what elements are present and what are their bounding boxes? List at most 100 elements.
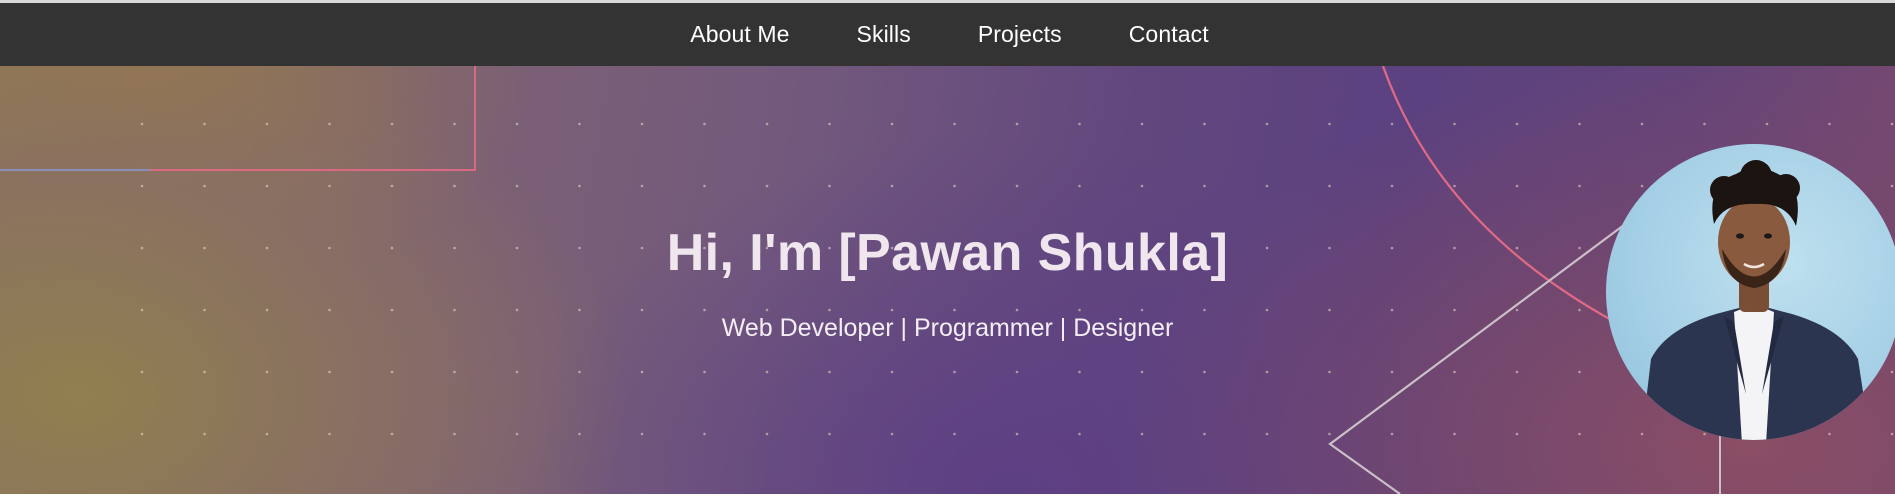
grid-dot <box>265 432 269 436</box>
grid-dot <box>578 122 581 126</box>
grid-dot <box>265 184 269 188</box>
grid-dot <box>828 308 831 312</box>
nav-link-contact[interactable]: Contact <box>1129 21 1209 47</box>
grid-dot <box>390 432 394 436</box>
grid-dot <box>1078 432 1081 436</box>
grid-dot <box>390 184 394 188</box>
hero-section: Hi, I'm [Pawan Shukla] Web Developer | P… <box>0 66 1895 494</box>
grid-dot <box>453 308 456 312</box>
grid-dot <box>1203 184 1206 188</box>
grid-dot <box>1578 184 1581 188</box>
grid-dot <box>1015 432 1019 436</box>
grid-dot <box>328 370 331 374</box>
grid-dot <box>1015 370 1019 374</box>
nav-link-about-me[interactable]: About Me <box>690 21 789 47</box>
grid-dot <box>828 184 831 188</box>
profile-avatar <box>1606 144 1895 440</box>
grid-dot <box>515 184 519 188</box>
grid-dot <box>1328 308 1331 312</box>
grid-dot <box>703 122 706 126</box>
grid-dot <box>953 184 956 188</box>
grid-dot <box>1515 122 1519 126</box>
grid-dot <box>1578 308 1581 312</box>
grid-dot <box>1453 308 1456 312</box>
grid-dot <box>453 432 456 436</box>
nav-item-contact: Contact <box>1129 21 1209 48</box>
grid-dot <box>1578 370 1581 374</box>
grid-dot <box>515 370 519 374</box>
grid-dot <box>765 184 769 188</box>
grid-dot <box>515 122 519 126</box>
grid-dot <box>1078 308 1081 312</box>
grid-dot <box>1453 370 1456 374</box>
nav-link-projects[interactable]: Projects <box>978 21 1062 47</box>
grid-dot <box>1390 184 1394 188</box>
grid-dot <box>953 308 956 312</box>
grid-dot <box>1140 122 1144 126</box>
grid-dot <box>265 370 269 374</box>
grid-dot <box>265 308 269 312</box>
grid-dot <box>578 184 581 188</box>
profile-photo-icon <box>1641 160 1871 440</box>
grid-dot <box>1890 432 1894 436</box>
grid-dot <box>1765 122 1769 126</box>
grid-dot <box>1328 370 1331 374</box>
grid-dot <box>1515 432 1519 436</box>
page: About Me Skills Projects Contact Hi, I'm… <box>0 0 1895 496</box>
grid-dot <box>703 184 706 188</box>
grid-dot <box>140 432 144 436</box>
grid-dot <box>140 308 144 312</box>
grid-dot <box>1265 184 1269 188</box>
grid-dot <box>390 370 394 374</box>
grid-dot <box>328 122 331 126</box>
grid-dot <box>1515 308 1519 312</box>
grid-dot <box>1203 432 1206 436</box>
grid-dot <box>390 308 394 312</box>
grid-dot <box>1640 122 1644 126</box>
grid-dot <box>765 370 769 374</box>
grid-dot <box>1890 184 1894 188</box>
grid-dot <box>203 122 206 126</box>
nav-item-projects: Projects <box>978 21 1062 48</box>
grid-dot <box>453 122 456 126</box>
grid-dot <box>1640 432 1644 436</box>
navbar: About Me Skills Projects Contact <box>0 3 1895 66</box>
grid-dot <box>1515 184 1519 188</box>
grid-dot <box>1453 184 1456 188</box>
grid-dot <box>640 370 644 374</box>
grid-dot <box>1328 184 1331 188</box>
grid-dot <box>1703 122 1706 126</box>
grid-dot <box>1453 432 1456 436</box>
grid-dot <box>1203 308 1206 312</box>
grid-dot <box>765 432 769 436</box>
grid-dot <box>140 370 144 374</box>
grid-dot <box>578 370 581 374</box>
grid-dot <box>1328 432 1331 436</box>
grid-dot <box>1265 432 1269 436</box>
grid-dot <box>828 370 831 374</box>
grid-dot <box>640 122 644 126</box>
grid-dot <box>1078 122 1081 126</box>
nav-link-skills[interactable]: Skills <box>857 21 911 47</box>
grid-dot <box>890 432 894 436</box>
grid-dot <box>1015 184 1019 188</box>
grid-dot <box>828 432 831 436</box>
grid-dot <box>140 184 144 188</box>
nav-list: About Me Skills Projects Contact <box>690 21 1208 48</box>
grid-dot <box>578 308 581 312</box>
grid-dot <box>953 432 956 436</box>
grid-dot <box>1265 122 1269 126</box>
grid-dot <box>1890 122 1894 126</box>
grid-dot <box>1140 432 1144 436</box>
grid-dot <box>140 122 144 126</box>
grid-dot <box>1890 370 1894 374</box>
grid-dot <box>1578 432 1581 436</box>
grid-dot <box>328 432 331 436</box>
grid-dot <box>890 184 894 188</box>
grid-dot <box>640 432 644 436</box>
grid-dot <box>1140 184 1144 188</box>
grid-dot <box>890 370 894 374</box>
grid-dot <box>1328 122 1331 126</box>
grid-dot <box>578 432 581 436</box>
grid-dot <box>453 370 456 374</box>
